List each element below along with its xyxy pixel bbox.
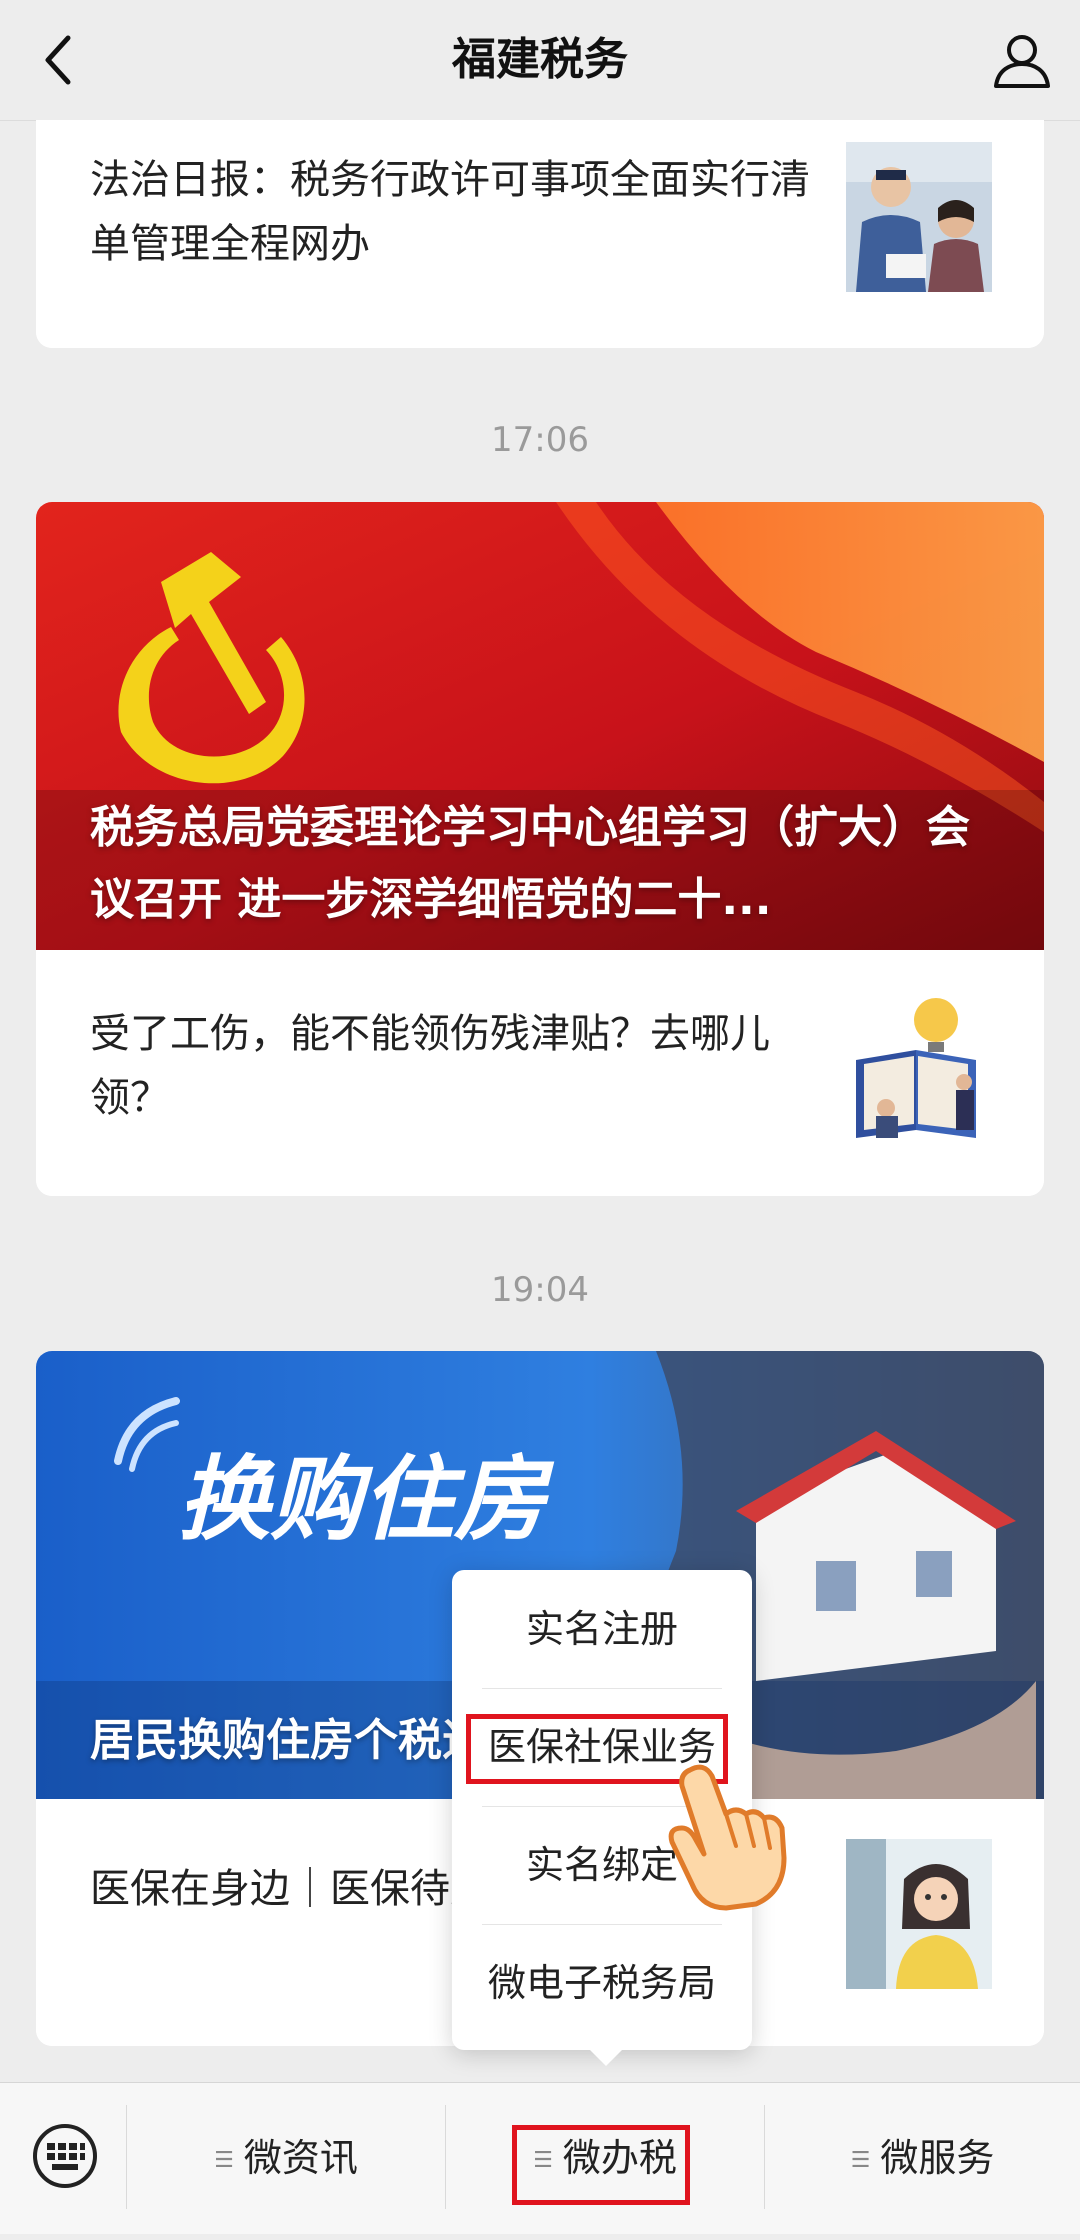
banner-caption: 税务总局党委理论学习中心组学习（扩大）会议召开 进一步深学细悟党的二十... bbox=[90, 802, 970, 925]
keyboard-icon bbox=[33, 2124, 97, 2188]
nav-bar: 福建税务 bbox=[0, 0, 1080, 121]
article-title: 受了工伤，能不能领伤残津贴？去哪儿领？ bbox=[90, 1011, 770, 1121]
menu-lines-icon: ☰ bbox=[850, 2148, 871, 2173]
woman-illustration-image bbox=[846, 1839, 992, 1989]
featured-article-banner[interactable]: 税务总局党委理论学习中心组学习（扩大）会议召开 进一步深学细悟党的二十... bbox=[36, 502, 1044, 950]
article-thumbnail bbox=[846, 1839, 992, 1989]
article-item[interactable]: 受了工伤，能不能领伤残津贴？去哪儿领？ bbox=[36, 950, 1044, 1196]
timestamp: 19:04 bbox=[491, 1270, 589, 1310]
officer-photo-image bbox=[846, 142, 992, 292]
menu-item-real-name-register[interactable]: 实名注册 bbox=[452, 1570, 752, 1688]
highlight-annotation-box bbox=[512, 2125, 690, 2205]
menu-lines-icon: ☰ bbox=[214, 2148, 234, 2173]
tab-micro-news[interactable]: ☰ 微资讯 bbox=[127, 2083, 445, 2234]
article-item[interactable]: 法治日报：税务行政许可事项全面实行清单管理全程网办 bbox=[36, 120, 1044, 348]
user-icon bbox=[994, 35, 1050, 88]
article-card: 税务总局党委理论学习中心组学习（扩大）会议召开 进一步深学细悟党的二十... 受… bbox=[36, 502, 1044, 1196]
tab-label: 微资讯 bbox=[243, 2136, 358, 2180]
menu-item-micro-e-tax-bureau[interactable]: 微电子税务局 bbox=[452, 1924, 752, 2042]
bottom-menu-bar: ☰ 微资讯 ☰ 微办税 ☰ 微服务 bbox=[0, 2082, 1080, 2234]
tab-micro-service[interactable]: ☰ 微服务 bbox=[765, 2083, 1080, 2234]
article-title: 法治日报：税务行政许可事项全面实行清单管理全程网办 bbox=[90, 157, 810, 267]
profile-button[interactable] bbox=[990, 28, 1054, 92]
article-thumbnail bbox=[846, 142, 992, 292]
article-thumbnail bbox=[846, 990, 992, 1140]
tab-label: 微服务 bbox=[880, 2136, 995, 2180]
banner-headline: 换购住房 bbox=[178, 1446, 555, 1553]
book-illustration-image bbox=[846, 990, 992, 1140]
keyboard-toggle-button[interactable] bbox=[30, 2121, 100, 2191]
timestamp: 17:06 bbox=[491, 420, 589, 460]
pointing-hand-icon bbox=[668, 1764, 787, 1911]
page-title: 福建税务 bbox=[452, 34, 628, 85]
article-card: 法治日报：税务行政许可事项全面实行清单管理全程网办 bbox=[36, 120, 1044, 348]
